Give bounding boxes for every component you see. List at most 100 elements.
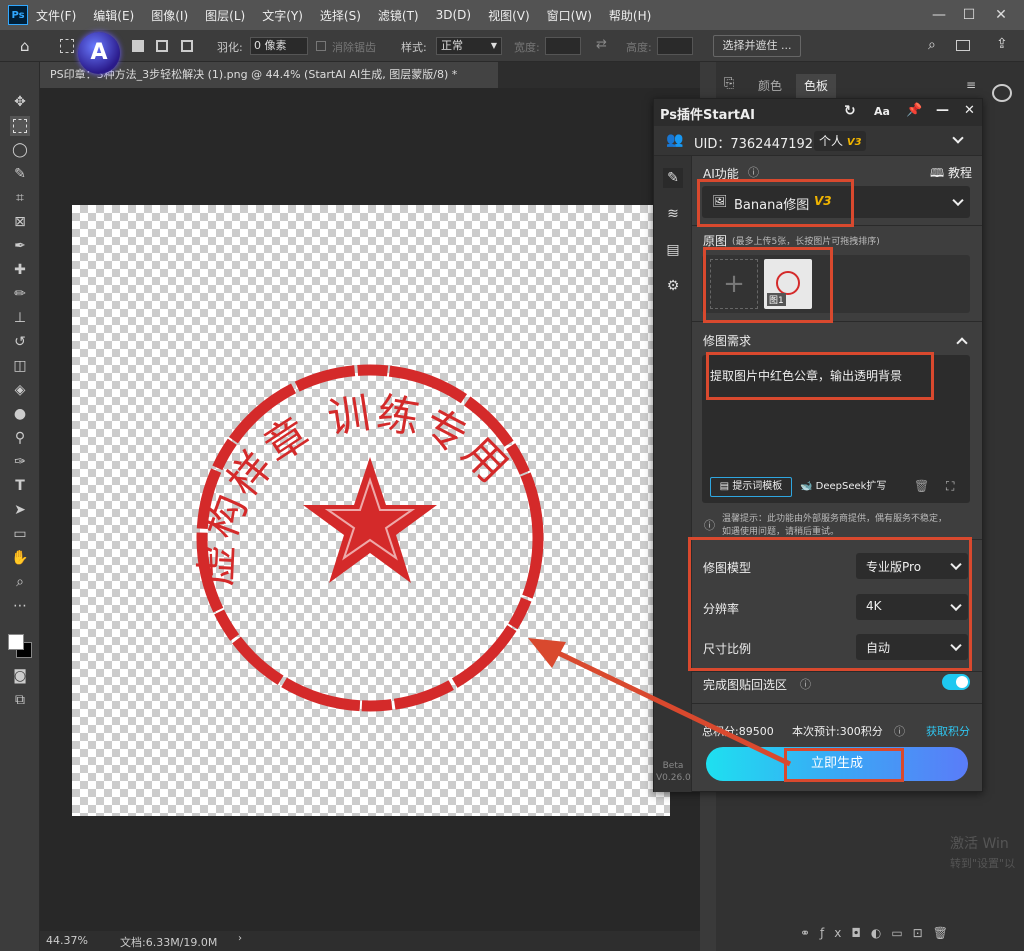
path-select-tool-icon[interactable]: ➤ <box>10 500 30 520</box>
zoom-readout[interactable]: 44.37% <box>46 934 88 947</box>
menu-3d[interactable]: 3D(D) <box>436 8 471 22</box>
chevron-up-icon[interactable] <box>956 337 968 349</box>
antialias-label: 消除锯齿 <box>332 41 376 54</box>
brush-tool-icon[interactable]: ✏ <box>10 284 30 304</box>
resolution-select[interactable]: 4K <box>856 594 968 620</box>
swap-icon[interactable]: ⇄ <box>596 37 607 52</box>
rectangle-tool-icon[interactable]: ▭ <box>10 524 30 544</box>
menu-filter[interactable]: 滤镜(T) <box>378 7 419 24</box>
image-icon: 🖼 <box>712 194 728 208</box>
dodge-tool-icon[interactable]: ⚲ <box>10 428 30 448</box>
menu-view[interactable]: 视图(V) <box>488 7 530 24</box>
width-input[interactable] <box>545 37 581 55</box>
prompt-template-button[interactable]: ▤ 提示词模板 <box>710 477 792 497</box>
menu-window[interactable]: 窗口(W) <box>547 7 592 24</box>
menu-image[interactable]: 图像(I) <box>151 7 188 24</box>
layers-footer-icons[interactable]: ⚭ƒx◘◐▭⊡🗑 <box>800 926 958 940</box>
info-icon[interactable]: ⓘ <box>800 676 811 692</box>
antialias-checkbox[interactable] <box>316 41 326 51</box>
healing-tool-icon[interactable]: ✚ <box>10 260 30 280</box>
blur-tool-icon[interactable]: ● <box>10 404 30 424</box>
rect-marquee-tool-icon[interactable] <box>10 116 30 136</box>
eyedropper-tool-icon[interactable]: ✒ <box>10 236 30 256</box>
tutorial-link[interactable]: 🕮 教程 <box>930 164 972 185</box>
font-size-icon[interactable]: Aa <box>874 105 890 118</box>
frame-tool-icon[interactable]: ⊠ <box>10 212 30 232</box>
menu-file[interactable]: 文件(F) <box>36 7 76 24</box>
clipboard-icon[interactable]: ▤ <box>663 240 683 260</box>
prompt-template-label: 提示词模板 <box>732 481 783 492</box>
intersect-selection-icon[interactable] <box>181 40 193 52</box>
ai-function-select[interactable]: 🖼 Banana修图 V3 <box>702 186 970 218</box>
resolution-value: 4K <box>866 599 882 613</box>
add-image-button[interactable]: + <box>710 259 758 309</box>
trash-icon[interactable]: 🗑 <box>914 479 929 493</box>
history-brush-tool-icon[interactable]: ↺ <box>10 332 30 352</box>
request-textarea[interactable]: 提取图片中红色公章，输出透明背景 ▤ 提示词模板 🐋 DeepSeek扩写 🗑 … <box>702 355 970 503</box>
add-selection-icon[interactable] <box>156 40 168 52</box>
get-points-link[interactable]: 获取积分 <box>926 723 970 739</box>
menu-type[interactable]: 文字(Y) <box>262 7 303 24</box>
close-panel-icon[interactable]: ✕ <box>964 103 975 118</box>
generate-button[interactable]: 立即生成 <box>706 747 968 781</box>
deepseek-expand-button[interactable]: 🐋 DeepSeek扩写 <box>800 477 904 497</box>
home-icon[interactable]: ⌂ <box>20 38 36 54</box>
minimize-icon[interactable]: — <box>924 0 954 30</box>
share-icon[interactable]: ⇪ <box>996 36 1008 52</box>
zoom-tool-icon[interactable]: ⌕ <box>10 572 30 592</box>
panel-menu-icon[interactable]: ≡ <box>966 78 976 92</box>
height-input[interactable] <box>657 37 693 55</box>
edit-icon[interactable]: ✎ <box>663 168 683 188</box>
source-thumbnail[interactable]: 图1 <box>764 259 812 309</box>
tab-color[interactable]: 颜色 <box>744 74 796 98</box>
layers-icon[interactable]: ≋ <box>663 204 683 224</box>
hand-tool-icon[interactable]: ✋ <box>10 548 30 568</box>
move-tool-icon[interactable]: ✥ <box>10 92 30 112</box>
menu-help[interactable]: 帮助(H) <box>609 7 651 24</box>
menu-edit[interactable]: 编辑(E) <box>93 7 134 24</box>
style-select[interactable]: 正常 ▼ <box>436 37 502 55</box>
refresh-icon[interactable]: ↻ <box>844 103 856 119</box>
maximize-icon[interactable]: ☐ <box>954 0 984 30</box>
quick-select-tool-icon[interactable]: ✎ <box>10 164 30 184</box>
tab-swatches[interactable]: 色板 <box>796 74 836 98</box>
account-type: 个人 <box>819 134 844 148</box>
document-canvas[interactable]: 虚构样章 训练专用 <box>72 205 670 816</box>
more-tools-icon[interactable]: ⋯ <box>10 596 30 616</box>
startai-plugin-panel: Ps插件StartAI ↻ Aa 📌 — ✕ 👥 UID：7362447192 … <box>653 98 983 792</box>
chevron-down-icon <box>950 599 962 612</box>
expand-icon[interactable]: ⛶ <box>946 479 954 494</box>
history-panel-icon[interactable]: ⎘ <box>724 76 734 91</box>
foreground-color-swatch[interactable] <box>8 634 24 650</box>
select-and-mask-button[interactable]: 选择并遮住 ... <box>713 35 801 57</box>
settings-gear-icon[interactable]: ⚙ <box>663 276 683 296</box>
pin-icon[interactable]: 📌 <box>906 103 922 118</box>
paste-back-toggle[interactable] <box>942 674 970 690</box>
lasso-tool-icon[interactable]: ◯ <box>10 140 30 160</box>
pen-tool-icon[interactable]: ✑ <box>10 452 30 472</box>
startai-logo-icon[interactable]: A <box>78 32 120 74</box>
stamp-tool-icon[interactable]: ⊥ <box>10 308 30 328</box>
new-selection-icon[interactable] <box>132 40 144 52</box>
status-arrow-icon[interactable]: › <box>238 933 242 944</box>
feather-input[interactable]: 0 像素 <box>250 37 308 55</box>
info-icon[interactable]: ⓘ <box>894 723 905 739</box>
search-icon[interactable]: ⌕ <box>928 37 936 53</box>
crop-tool-icon[interactable]: ⌗ <box>10 188 30 208</box>
eraser-tool-icon[interactable]: ◫ <box>10 356 30 376</box>
workspace-icon[interactable] <box>956 40 970 51</box>
quick-mask-icon[interactable]: ◙ <box>10 666 30 686</box>
minimize-panel-icon[interactable]: — <box>936 103 949 118</box>
ratio-select[interactable]: 自动 <box>856 634 968 660</box>
chevron-down-icon[interactable] <box>952 132 964 144</box>
info-icon[interactable]: ⓘ <box>748 164 759 180</box>
creative-cloud-icon[interactable] <box>992 84 1012 102</box>
screen-mode-icon[interactable]: ⧉ <box>10 690 30 710</box>
close-window-icon[interactable]: ✕ <box>986 0 1016 30</box>
marquee-tool-icon[interactable] <box>60 39 74 53</box>
model-select[interactable]: 专业版Pro <box>856 553 968 579</box>
menu-layer[interactable]: 图层(L) <box>205 7 245 24</box>
paint-bucket-tool-icon[interactable]: ◈ <box>10 380 30 400</box>
menu-select[interactable]: 选择(S) <box>320 7 361 24</box>
type-tool-icon[interactable]: T <box>10 476 30 496</box>
